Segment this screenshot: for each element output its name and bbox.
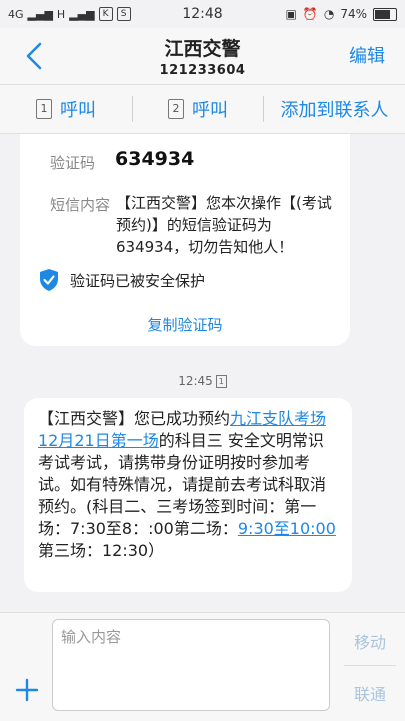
sim1-icon: 1	[36, 99, 52, 119]
message-text-3: 第三场：12:30）	[38, 541, 165, 560]
call-sim1-label: 呼叫	[60, 100, 96, 121]
send-carrier1-button[interactable]: 移动	[340, 629, 400, 653]
sim-indicator-icon: 1	[215, 375, 227, 388]
call-sim1-button[interactable]: 1 呼叫	[0, 96, 132, 122]
verification-card: 验证码 634934 短信内容 【江西交警】您本次操作【(考试预约)】的短信验证…	[20, 134, 350, 346]
message-link-time[interactable]: 9:30至10:00	[238, 519, 336, 538]
status-time: 12:48	[182, 6, 223, 22]
battery-icon	[373, 7, 397, 21]
message-timestamp: 12:45 1	[0, 374, 405, 388]
contact-name: 江西交警	[164, 38, 241, 60]
protection-text: 验证码已被安全保护	[70, 271, 206, 290]
sim2-icon: 2	[168, 99, 184, 119]
protection-notice: 验证码已被安全保护	[38, 268, 205, 292]
call-sim2-label: 呼叫	[192, 100, 228, 121]
message-text-1: 【江西交警】您已成功预约	[38, 409, 231, 428]
status-bar: 4G ▂▄▆ H ▂▄▆ K S 12:48 ▣ ⏰ ◔ 74%	[0, 0, 405, 28]
verification-code[interactable]: 634934	[115, 148, 194, 170]
conversation-header: 江西交警 121233604 编辑	[0, 28, 405, 84]
action-bar: 1 呼叫 2 呼叫 添加到联系人	[0, 84, 405, 134]
sms-content-text: 【江西交警】您本次操作【(考试预约)】的短信验证码为634934，切勿告知他人！	[116, 194, 332, 256]
contact-number: 121233604	[159, 63, 246, 78]
add-contact-button[interactable]: 添加到联系人	[264, 96, 405, 122]
divider	[344, 665, 396, 666]
message-input[interactable]: 输入内容	[52, 619, 330, 711]
plus-icon	[15, 678, 39, 702]
title-block: 江西交警 121233604	[0, 34, 405, 78]
timestamp-text: 12:45	[178, 374, 213, 388]
message-bubble[interactable]: 【江西交警】您已成功预约九江支队考场12月21日第一场的科目三 安全文明常识考试…	[24, 398, 352, 592]
code-label: 验证码	[50, 154, 96, 172]
content-label: 短信内容	[50, 196, 111, 214]
copy-code-button[interactable]: 复制验证码	[20, 314, 350, 335]
add-attachment-button[interactable]	[14, 677, 40, 708]
edit-button[interactable]: 编辑	[349, 42, 385, 68]
call-sim2-button[interactable]: 2 呼叫	[133, 96, 263, 122]
send-carrier2-button[interactable]: 联通	[340, 681, 400, 705]
shield-check-icon	[40, 269, 58, 291]
composer-bar: 输入内容 移动 联通	[0, 612, 405, 721]
